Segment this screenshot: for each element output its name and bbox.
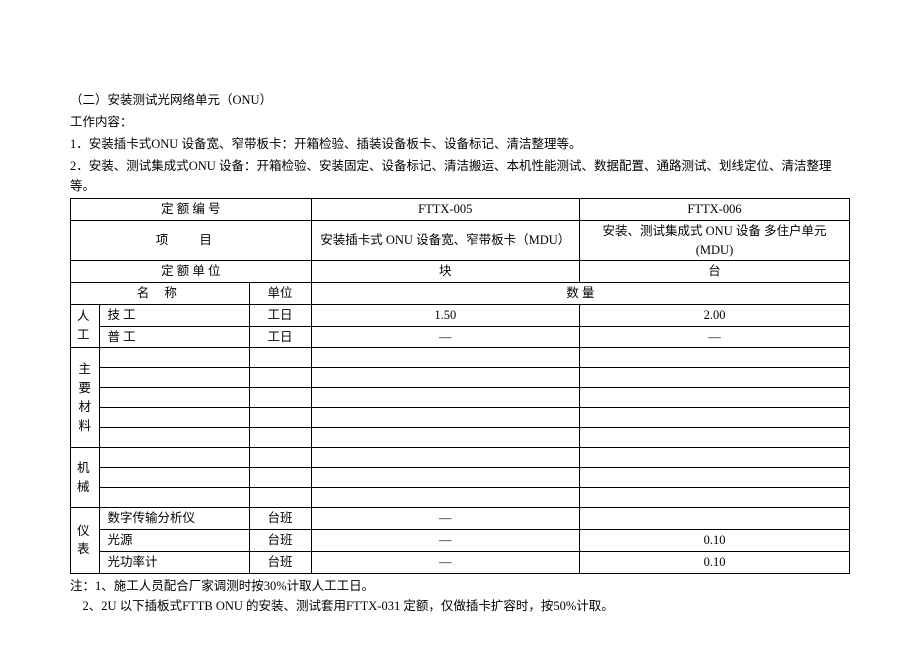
inst-digital-name: 数字传输分析仪: [99, 508, 249, 530]
inst-power-name: 光功率计: [99, 551, 249, 573]
quota-table: 定 额 编 号 FTTX-005 FTTX-006 项 目 安装插卡式 ONU …: [70, 198, 850, 574]
table-row: 主要材料: [71, 348, 850, 368]
table-row: [71, 468, 850, 488]
quota-unit-label: 定 额 单 位: [161, 264, 220, 278]
work-content-label: 工作内容：: [70, 112, 850, 132]
labor-skilled-v1: 1.50: [311, 304, 579, 326]
category-material: 主要材料: [71, 348, 100, 448]
labor-skilled-name: 技 工: [99, 304, 249, 326]
table-row: [71, 408, 850, 428]
table-row: [71, 488, 850, 508]
qty-col-label: 数 量: [566, 286, 594, 300]
inst-light-unit: 台班: [249, 530, 311, 552]
inst-power-unit: 台班: [249, 551, 311, 573]
inst-digital-v1: —: [311, 508, 579, 530]
table-row: 机械: [71, 448, 850, 468]
category-labor: 人工: [71, 304, 100, 348]
inst-light-v1: —: [311, 530, 579, 552]
work-content-line-2: 2．安装、测试集成式ONU 设备：开箱检验、安装固定、设备标记、清洁搬运、本机性…: [70, 156, 850, 196]
note-1: 注：1、施工人员配合厂家调测时按30%计取人工工日。: [70, 576, 850, 596]
table-row: 名 称 单位 数 量: [71, 283, 850, 305]
table-row: 光功率计 台班 — 0.10: [71, 551, 850, 573]
item-1: 安装插卡式 ONU 设备宽、窄带板卡（MDU）: [311, 220, 579, 261]
work-content-line-1: 1．安装插卡式ONU 设备宽、窄带板卡：开箱检验、插装设备板卡、设备标记、清洁整…: [70, 134, 850, 154]
inst-power-v2: 0.10: [580, 551, 850, 573]
table-row: [71, 428, 850, 448]
table-row: 普 工 工日 — —: [71, 326, 850, 348]
inst-digital-unit: 台班: [249, 508, 311, 530]
item-label: 项 目: [156, 233, 226, 247]
table-row: 光源 台班 — 0.10: [71, 530, 850, 552]
inst-light-v2: 0.10: [580, 530, 850, 552]
quota-unit-1: 块: [311, 261, 579, 283]
table-row: [71, 388, 850, 408]
labor-unskilled-name: 普 工: [99, 326, 249, 348]
labor-skilled-v2: 2.00: [580, 304, 850, 326]
category-instrument: 仪表: [71, 508, 100, 573]
note-2: 2、2U 以下插板式FTTB ONU 的安装、测试套用FTTX-031 定额，仅…: [70, 596, 850, 616]
name-col-label: 名 称: [137, 286, 183, 300]
table-row: 定 额 编 号 FTTX-005 FTTX-006: [71, 199, 850, 221]
table-row: 定 额 单 位 块 台: [71, 261, 850, 283]
inst-light-name: 光源: [99, 530, 249, 552]
code-2: FTTX-006: [580, 199, 850, 221]
quota-code-label: 定 额 编 号: [161, 202, 220, 216]
labor-skilled-unit: 工日: [249, 304, 311, 326]
section-title: （二）安装测试光网络单元（ONU）: [70, 90, 850, 110]
labor-unskilled-v2: —: [580, 326, 850, 348]
table-row: [71, 368, 850, 388]
labor-unskilled-unit: 工日: [249, 326, 311, 348]
inst-power-v1: —: [311, 551, 579, 573]
inst-digital-v2: [580, 508, 850, 530]
unit-col-label: 单位: [249, 283, 311, 305]
table-row: 仪表 数字传输分析仪 台班 —: [71, 508, 850, 530]
notes-block: 注：1、施工人员配合厂家调测时按30%计取人工工日。 2、2U 以下插板式FTT…: [70, 576, 850, 616]
code-1: FTTX-005: [311, 199, 579, 221]
table-row: 项 目 安装插卡式 ONU 设备宽、窄带板卡（MDU） 安装、测试集成式 ONU…: [71, 220, 850, 261]
category-mech: 机械: [71, 448, 100, 508]
item-2: 安装、测试集成式 ONU 设备 多住户单元(MDU): [580, 220, 850, 261]
quota-unit-2: 台: [580, 261, 850, 283]
labor-unskilled-v1: —: [311, 326, 579, 348]
table-row: 人工 技 工 工日 1.50 2.00: [71, 304, 850, 326]
